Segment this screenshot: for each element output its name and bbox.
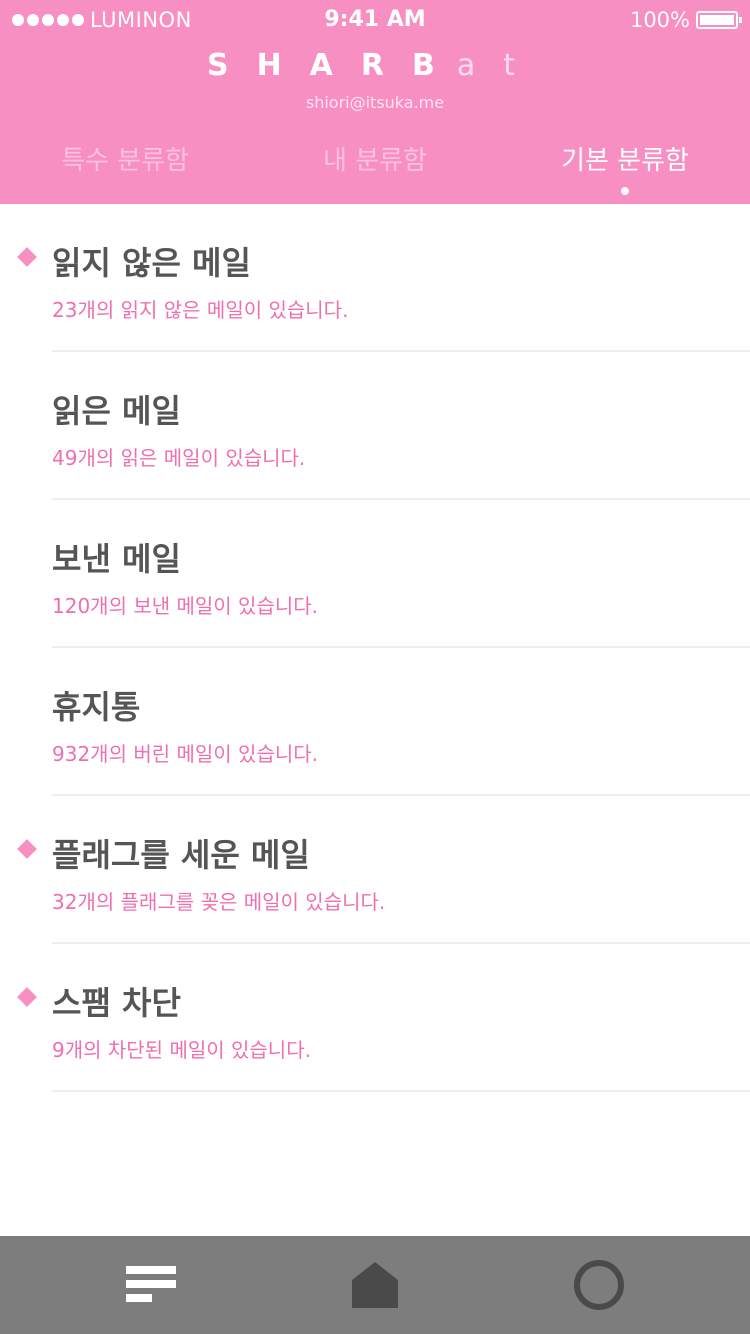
unread-marker-icon [17, 987, 37, 1007]
mailbox-title: 읽은 메일 [52, 392, 181, 430]
mailbox-title: 스팸 차단 [52, 984, 181, 1022]
unread-marker-icon [17, 839, 37, 859]
brand-main: SHARB [206, 48, 463, 83]
account-email: shiori@itsuka.me [305, 93, 445, 112]
mailbox-title: 읽지 않은 메일 [52, 244, 251, 282]
mailbox-description: 932개의 버린 메일이 있습니다. [52, 742, 319, 766]
mailbox-item-trash[interactable]: 휴지통 932개의 버린 메일이 있습니다. [0, 648, 750, 796]
mailbox-description: 120개의 보낸 메일이 있습니다. [52, 594, 319, 618]
mailbox-title: 플래그를 세운 메일 [52, 836, 310, 874]
battery: 100% [629, 8, 742, 32]
battery-percent: 100% [629, 8, 690, 32]
mailbox-item-sent[interactable]: 보낸 메일 120개의 보낸 메일이 있습니다. [0, 500, 750, 648]
mailbox-title: 보낸 메일 [52, 540, 181, 578]
mailbox-description: 23개의 읽지 않은 메일이 있습니다. [52, 298, 349, 322]
tab-my[interactable]: 내 분류함 [250, 140, 500, 177]
brand-sub: at [456, 48, 544, 83]
tab-label: 특수 분류함 [61, 146, 189, 176]
mailbox-tabs: 특수 분류함 내 분류함 기본 분류함 [0, 140, 750, 200]
divider [52, 1090, 750, 1092]
battery-icon [696, 11, 742, 29]
mailbox-item-spam[interactable]: 스팸 차단 9개의 차단된 메일이 있습니다. [0, 944, 750, 1092]
mailbox-list: 읽지 않은 메일 23개의 읽지 않은 메일이 있습니다. 읽은 메일 49개의… [0, 204, 750, 1092]
active-tab-indicator [621, 187, 629, 195]
tab-label: 기본 분류함 [561, 146, 689, 176]
bottom-navigation [0, 1236, 750, 1334]
unread-marker-icon [17, 247, 37, 267]
tab-default[interactable]: 기본 분류함 [500, 140, 750, 195]
status-bar: LUMINON 9:41 AM 100% [0, 0, 750, 40]
header: LUMINON 9:41 AM 100% SHARBat shiori@itsu… [0, 0, 750, 204]
mailbox-title: 휴지통 [52, 688, 141, 726]
mailbox-item-flagged[interactable]: 플래그를 세운 메일 32개의 플래그를 꽂은 메일이 있습니다. [0, 796, 750, 944]
circle-icon[interactable] [574, 1260, 626, 1312]
tab-label: 내 분류함 [323, 146, 427, 176]
app-brand: SHARBat [0, 48, 750, 83]
mailbox-item-unread[interactable]: 읽지 않은 메일 23개의 읽지 않은 메일이 있습니다. [0, 204, 750, 352]
mailbox-item-read[interactable]: 읽은 메일 49개의 읽은 메일이 있습니다. [0, 352, 750, 500]
mailbox-description: 49개의 읽은 메일이 있습니다. [52, 446, 306, 470]
tab-special[interactable]: 특수 분류함 [0, 140, 250, 177]
mailbox-description: 32개의 플래그를 꽂은 메일이 있습니다. [52, 890, 386, 914]
home-icon[interactable] [350, 1260, 402, 1312]
mailbox-description: 9개의 차단된 메일이 있습니다. [52, 1038, 311, 1062]
menu-icon[interactable] [126, 1260, 178, 1312]
